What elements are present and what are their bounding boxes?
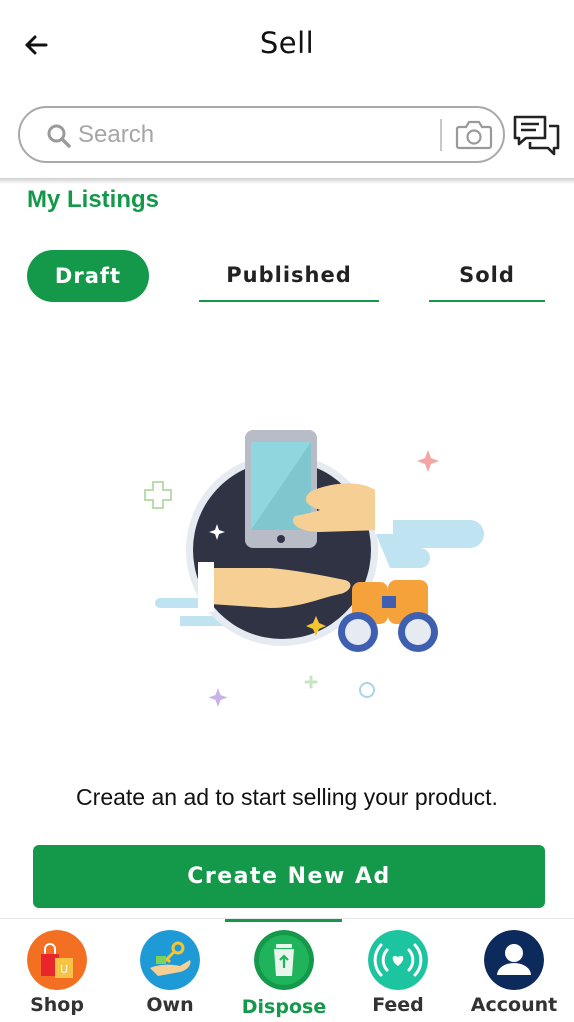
search-divider [440,119,442,151]
shopping-bags-icon: U [27,930,87,990]
page-title: Sell [259,26,315,60]
nav-label-feed: Feed [372,994,424,1016]
listing-tabs: Draft Published Sold [0,248,574,308]
nav-label-dispose: Dispose [241,996,327,1018]
recycle-bin-icon [254,930,314,990]
empty-state-illustration [144,430,484,707]
search-icon [47,124,71,148]
chat-icon[interactable] [512,114,562,158]
nav-label-shop: Shop [30,994,84,1016]
create-new-ad-button[interactable]: Create New Ad [33,845,545,908]
section-title: My Listings [27,186,160,213]
bottom-navigation: U Shop Own Dispose Feed Account [0,918,574,1022]
nav-label-own: Own [146,994,194,1016]
search-bar-row [0,100,574,178]
nav-item-feed[interactable]: Feed [341,919,455,1022]
header-divider [0,178,574,184]
empty-state-message: Create an ad to start selling your produ… [76,784,498,810]
nav-label-account: Account [470,994,558,1016]
broadcast-heart-icon [368,930,428,990]
camera-icon[interactable] [454,118,494,152]
tab-draft[interactable]: Draft [27,250,149,302]
nav-item-own[interactable]: Own [113,919,227,1022]
user-icon [484,930,544,990]
nav-item-shop[interactable]: U Shop [0,919,114,1022]
tab-published[interactable]: Published [199,250,379,302]
app-header: Sell [0,0,574,92]
nav-item-account[interactable]: Account [457,919,571,1022]
svg-text:U: U [60,963,68,976]
search-box[interactable] [18,106,505,163]
nav-item-dispose[interactable]: Dispose [227,919,341,1022]
hand-key-icon [140,930,200,990]
search-input[interactable] [78,120,438,150]
tab-sold[interactable]: Sold [429,250,545,302]
